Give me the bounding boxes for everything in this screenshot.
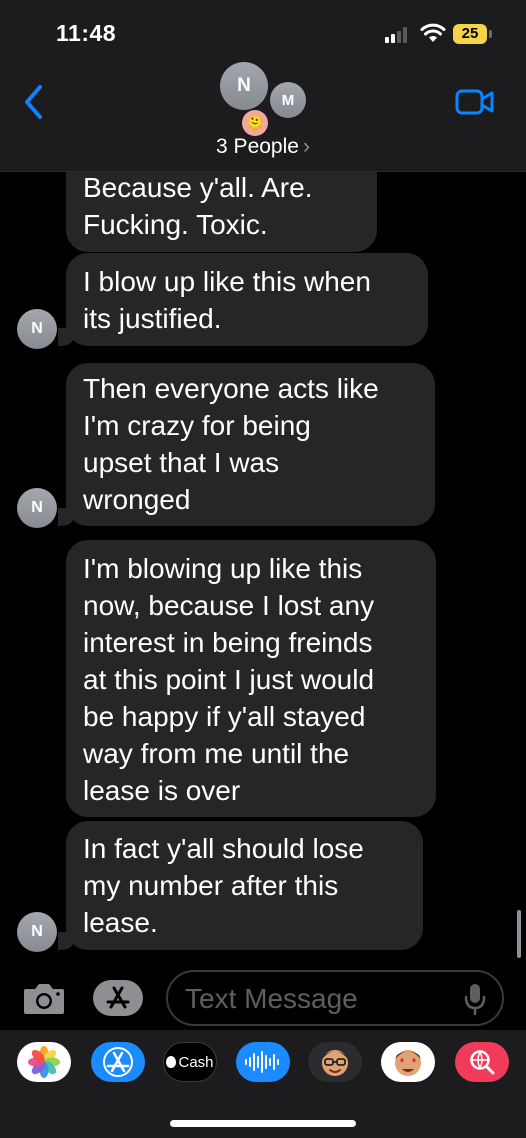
battery-indicator: 25 (453, 24, 487, 44)
scroll-indicator[interactable] (517, 910, 521, 958)
app-store-app-button[interactable] (91, 1042, 145, 1082)
search-images-app-button[interactable] (455, 1042, 509, 1082)
group-avatars[interactable]: N M 🫠 (218, 62, 314, 138)
sender-avatar: N (17, 309, 57, 349)
message-input-box[interactable] (166, 970, 504, 1026)
memoji-stickers-icon (395, 1050, 421, 1076)
bubble-tail (58, 932, 76, 950)
wifi-icon (420, 23, 446, 42)
photos-app-button[interactable] (17, 1042, 71, 1082)
audio-waveform-icon (245, 1051, 279, 1073)
cellular-signal-icon (385, 27, 411, 43)
sender-avatar: N (17, 488, 57, 528)
message-bubble[interactable]: In fact y'all should lose my number afte… (66, 821, 423, 950)
message-bubble[interactable]: I blow up like this when its justified. (66, 253, 428, 346)
message-input[interactable] (185, 980, 455, 1018)
apple-cash-label: Cash (178, 1053, 214, 1071)
memoji-stickers-app-button[interactable] (381, 1042, 435, 1082)
chevron-right-icon: › (302, 135, 310, 158)
bubble-tail (58, 328, 76, 346)
avatar-n: N (220, 62, 268, 110)
app-store-icon (103, 1047, 133, 1077)
memoji-icon (322, 1050, 348, 1076)
battery-nub (489, 30, 492, 38)
sender-avatar: N (17, 912, 57, 952)
message-bubble[interactable]: Then everyone acts like I'm crazy for be… (66, 363, 435, 526)
avatar-m: M (270, 82, 306, 118)
audio-message-app-button[interactable] (236, 1042, 290, 1082)
photos-icon (28, 1046, 60, 1078)
app-store-button[interactable] (93, 980, 143, 1016)
home-indicator[interactable] (170, 1120, 356, 1127)
apple-logo-icon (166, 1056, 177, 1068)
group-name-button[interactable]: 3 People › (0, 135, 526, 159)
back-chevron-icon[interactable] (20, 82, 48, 122)
bubble-tail (58, 508, 76, 526)
app-drawer: Cash (0, 1030, 526, 1138)
message-bubble[interactable]: I'm blowing up like this now, because I … (66, 540, 436, 817)
camera-icon[interactable] (22, 980, 66, 1016)
microphone-icon[interactable] (464, 982, 486, 1016)
group-name-label: 3 People (216, 135, 299, 158)
search-images-icon (470, 1050, 495, 1075)
conversation-header: 11:48 25 N M 🫠 3 People › (0, 0, 526, 172)
memoji-app-button[interactable] (308, 1042, 362, 1082)
avatar-emoji: 🫠 (242, 110, 268, 136)
app-store-glyph-icon (106, 986, 130, 1009)
facetime-video-icon[interactable] (455, 88, 495, 116)
status-time: 11:48 (56, 20, 117, 46)
apple-cash-app-button[interactable]: Cash (163, 1042, 217, 1082)
